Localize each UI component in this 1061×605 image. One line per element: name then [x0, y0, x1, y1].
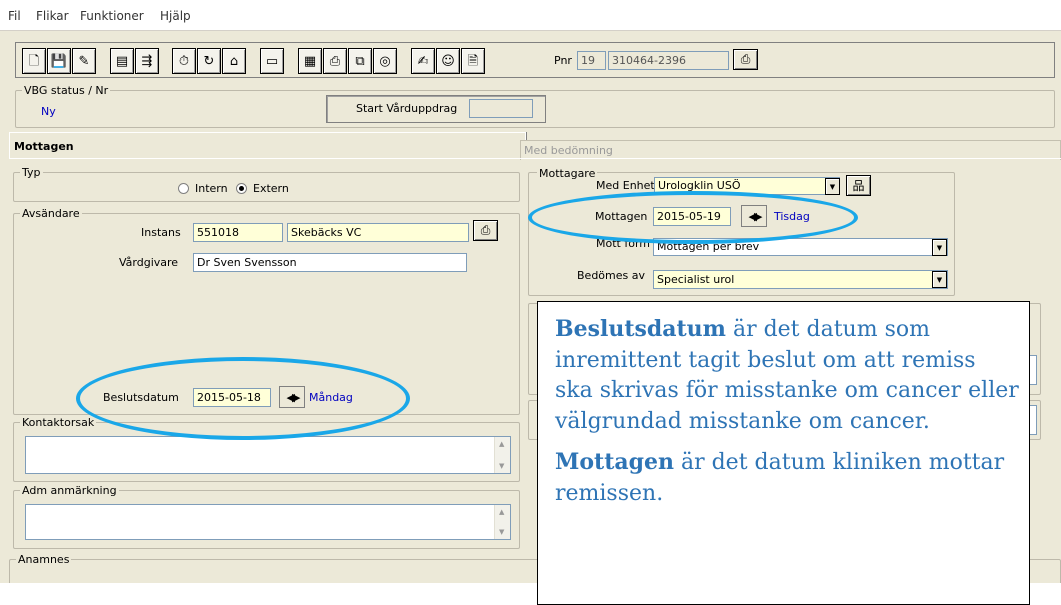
pnr-field[interactable]: 310464-2396 — [608, 51, 729, 70]
note-term-mottagen: Mottagen — [555, 449, 674, 475]
org-chart-icon[interactable]: 品 — [846, 175, 871, 196]
notes-icon[interactable]: ✍ — [411, 48, 435, 74]
vardgivare-field[interactable]: Dr Sven Svensson — [193, 253, 467, 272]
mottagen-label: Mottagen — [595, 210, 648, 223]
pnr-label: Pnr — [554, 54, 572, 67]
instans-code-field[interactable]: 551018 — [193, 223, 283, 242]
document-lock-icon[interactable]: 🗎 — [461, 48, 485, 74]
date-stepper-arrows-icon[interactable]: ◀▶ — [741, 205, 767, 227]
menu-funktioner[interactable]: Funktioner — [80, 9, 144, 23]
smiley-icon[interactable]: ☺ — [436, 48, 460, 74]
kontaktorsak-frame: Kontaktorsak ▲ ▼ — [13, 416, 520, 482]
date-stepper-arrows-icon[interactable]: ◀▶ — [279, 386, 305, 408]
new-document-icon[interactable]: 🗋 — [22, 48, 46, 74]
note-term-beslutsdatum: Beslutsdatum — [555, 316, 726, 342]
status-frame: VBG status / Nr Ny Start Vårduppdrag — [15, 84, 1055, 128]
bedomes-label: Bedömes av — [577, 269, 645, 282]
pnr-century-field[interactable]: 19 — [577, 51, 606, 70]
mott-form-field[interactable]: Mottagen per brev — [653, 238, 948, 256]
toolbar: 🗋 💾 ✎ ▤ ⇶ ⏱ ↻ ⌂ ▭ ▦ ⎙ ⧉ ◎ ✍ ☺ 🗎 Pnr 19 3… — [15, 42, 1055, 78]
radio-extern-label: Extern — [253, 182, 289, 195]
mott-form-dropdown-icon[interactable]: ▼ — [932, 239, 947, 256]
menu-bar: Fil Flikar Funktioner Hjälp — [0, 0, 1061, 31]
save-icon[interactable]: 💾 — [47, 48, 71, 74]
avsandare-legend: Avsändare — [20, 207, 82, 220]
note-paragraph-1: Beslutsdatum är det datum som inremitten… — [555, 314, 1019, 437]
menu-fil[interactable]: Fil — [8, 9, 21, 23]
adm-textarea[interactable]: ▲ ▼ — [25, 504, 511, 540]
typ-legend: Typ — [20, 166, 43, 179]
house-icon[interactable]: ⌂ — [222, 48, 246, 74]
lookup-icon[interactable]: ⎙ — [473, 220, 498, 241]
mottagare-frame: Mottagare Med Enhet Urologklin USÖ ▼ 品 M… — [528, 167, 955, 296]
menu-hjalp[interactable]: Hjälp — [160, 9, 191, 23]
instans-name-field[interactable]: Skebäcks VC — [287, 223, 469, 242]
note-paragraph-2: Mottagen är det datum kliniken mottar re… — [555, 447, 1019, 509]
radio-intern-label: Intern — [195, 182, 228, 195]
mott-form-label: Mott form — [596, 237, 650, 250]
document-list-icon[interactable]: ▦ — [298, 48, 322, 74]
kontaktorsak-textarea[interactable]: ▲ ▼ — [25, 436, 511, 474]
radio-intern[interactable] — [178, 183, 189, 194]
adm-frame: Adm anmärkning ▲ ▼ — [13, 484, 520, 549]
scrollbar[interactable]: ▲ ▼ — [494, 505, 510, 539]
mottagare-legend: Mottagare — [537, 167, 598, 180]
forward-icon[interactable]: ▤ — [110, 48, 134, 74]
status-value: Ny — [41, 105, 56, 118]
avsandare-frame: Avsändare Instans 551018 Skebäcks VC ⎙ V… — [13, 207, 520, 415]
document-copy-icon[interactable]: ⧉ — [348, 48, 372, 74]
start-field[interactable] — [469, 99, 533, 118]
export-icon[interactable]: ⇶ — [135, 48, 159, 74]
explanation-note: Beslutsdatum är det datum som inremitten… — [537, 301, 1030, 605]
vardgivare-label: Vårdgivare — [119, 256, 179, 269]
printer-icon[interactable]: ⎙ — [323, 48, 347, 74]
beslutsdatum-label: Beslutsdatum — [103, 391, 179, 404]
radio-extern[interactable] — [236, 183, 247, 194]
med-enhet-label: Med Enhet — [596, 179, 655, 192]
print-icon[interactable]: ⎙ — [733, 49, 758, 70]
bedomes-dropdown-icon[interactable]: ▼ — [932, 271, 947, 288]
start-label: Start Vårduppdrag — [356, 102, 458, 115]
clock-icon[interactable]: ⏱ — [172, 48, 196, 74]
menu-flikar[interactable]: Flikar — [36, 9, 69, 23]
bedomes-field[interactable]: Specialist urol — [653, 270, 948, 289]
mottagen-field[interactable]: 2015-05-19 — [653, 207, 731, 226]
scrollbar[interactable]: ▲ ▼ — [494, 437, 510, 473]
tab-med-bedomning[interactable]: Med bedömning — [520, 140, 1061, 160]
adm-legend: Adm anmärkning — [20, 484, 119, 497]
status-legend: VBG status / Nr — [22, 84, 111, 97]
typ-frame: Typ Intern Extern — [13, 166, 520, 202]
anamnes-legend: Anamnes — [16, 553, 72, 566]
beslutsdatum-field[interactable]: 2015-05-18 — [193, 388, 271, 407]
beslutsdatum-day: Måndag — [309, 391, 353, 404]
print-preview-icon[interactable]: ▭ — [260, 48, 284, 74]
tab-divider — [9, 158, 1061, 159]
kontaktorsak-legend: Kontaktorsak — [20, 416, 97, 429]
mottagen-day: Tisdag — [774, 210, 810, 223]
med-enhet-dropdown-icon[interactable]: ▼ — [825, 178, 840, 195]
tab-mottagen[interactable]: Mottagen — [9, 132, 526, 159]
document-edit-icon[interactable]: ✎ — [72, 48, 96, 74]
clock-arrow-icon[interactable]: ↻ — [197, 48, 221, 74]
instans-label: Instans — [141, 226, 181, 239]
cd-icon[interactable]: ◎ — [373, 48, 397, 74]
med-enhet-field[interactable]: Urologklin USÖ — [654, 177, 840, 195]
